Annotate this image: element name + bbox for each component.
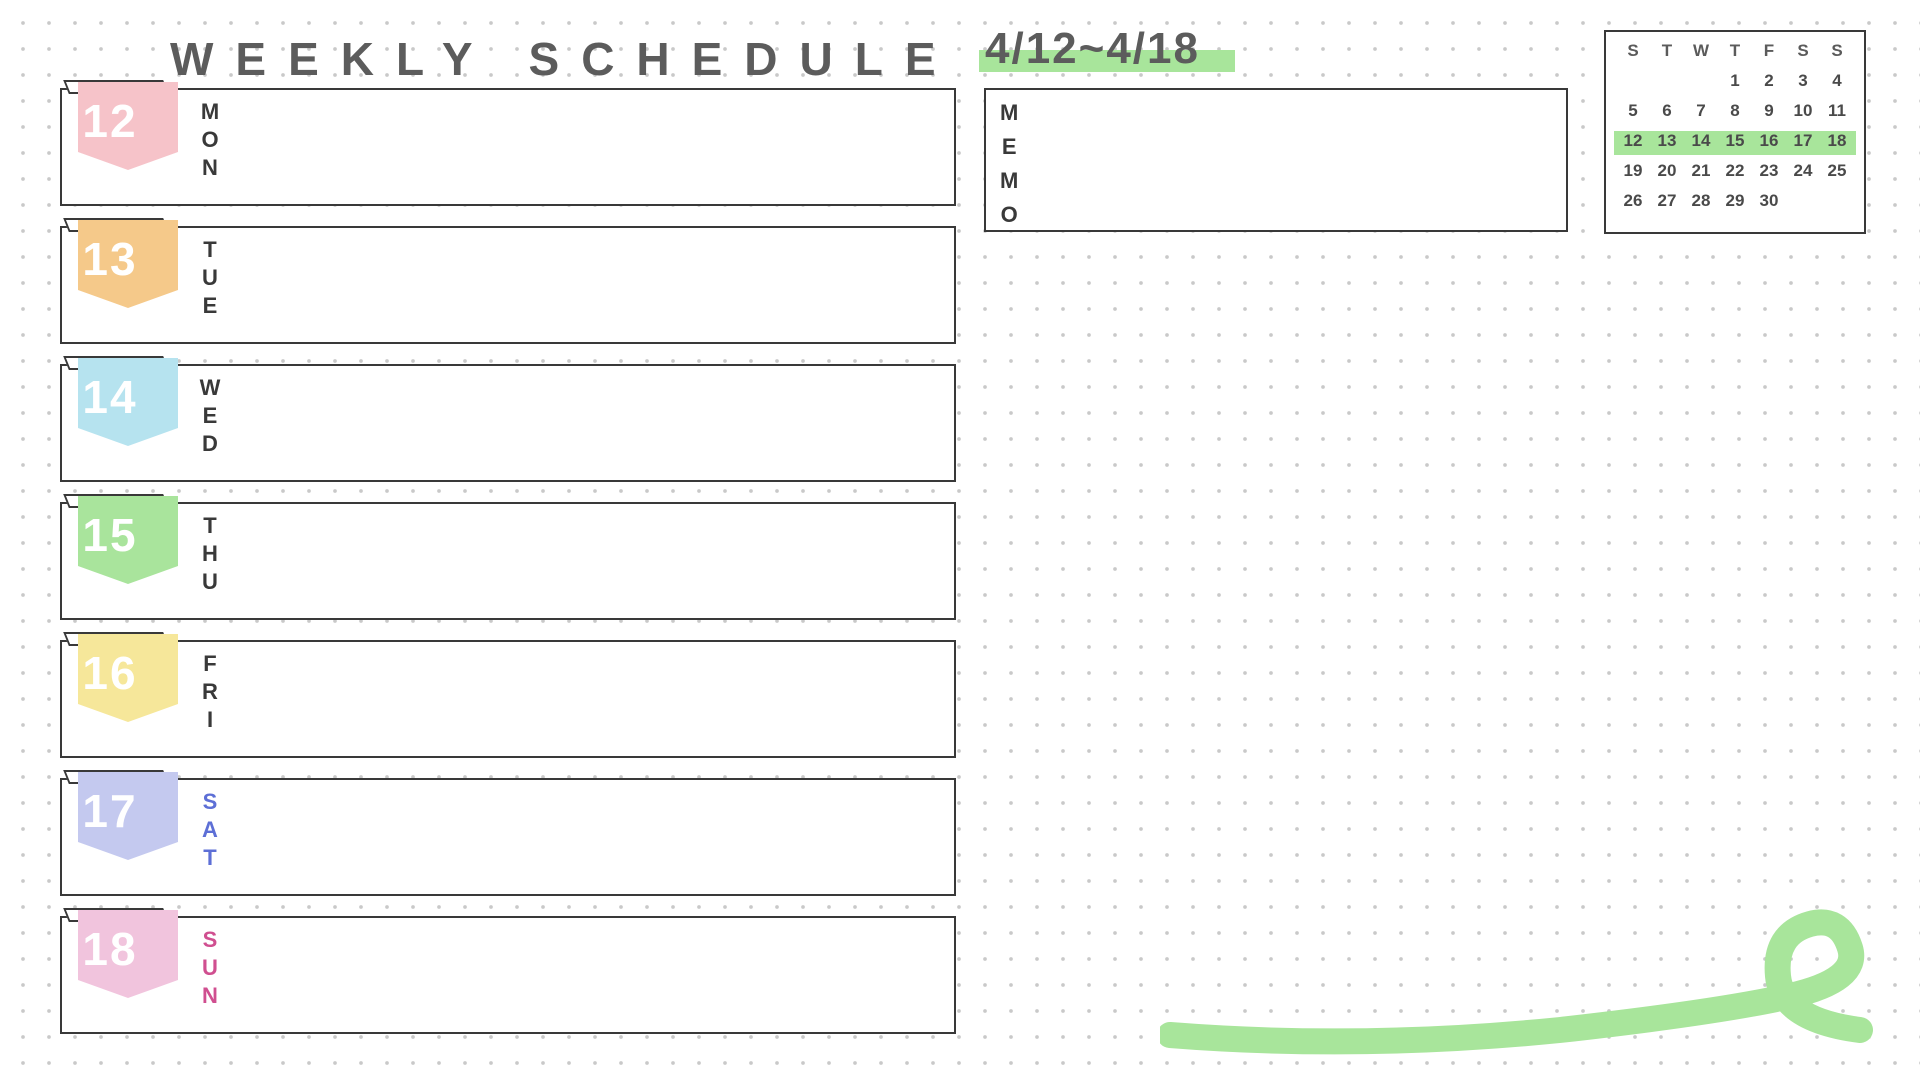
calendar-day-cell — [1786, 190, 1820, 212]
calendar-header-cell: S — [1820, 40, 1854, 62]
calendar-day-cell: 2 — [1752, 70, 1786, 92]
day-entry-box[interactable] — [60, 88, 956, 206]
calendar-day-cell: 20 — [1650, 160, 1684, 182]
calendar-day-cell: 26 — [1616, 190, 1650, 212]
memo-box[interactable]: MEMO — [984, 88, 1568, 232]
calendar-day-cell: 11 — [1820, 100, 1854, 122]
day-abbrev: TUE — [196, 236, 226, 320]
day-abbrev: THU — [196, 512, 226, 596]
calendar-day-cell: 16 — [1752, 130, 1786, 152]
date-range-container: 4/12~4/18 — [985, 24, 1200, 74]
calendar-day-cell — [1616, 70, 1650, 92]
day-entry-box[interactable] — [60, 778, 956, 896]
calendar-day-cell: 5 — [1616, 100, 1650, 122]
calendar-day-cell: 25 — [1820, 160, 1854, 182]
date-number: 17 — [60, 784, 160, 838]
day-abbrev: FRI — [196, 650, 226, 734]
calendar-day-cell: 15 — [1718, 130, 1752, 152]
calendar-grid: STWTFSS123456789101112131415161718192021… — [1616, 40, 1854, 212]
mini-calendar: STWTFSS123456789101112131415161718192021… — [1604, 30, 1866, 234]
calendar-header-cell: S — [1616, 40, 1650, 62]
calendar-day-cell: 4 — [1820, 70, 1854, 92]
calendar-day-cell: 29 — [1718, 190, 1752, 212]
page-title: WEEKLY SCHEDULE — [170, 32, 958, 86]
day-row: 12 MON — [60, 84, 956, 216]
day-abbrev: SUN — [196, 926, 226, 1010]
calendar-day-cell: 28 — [1684, 190, 1718, 212]
calendar-day-cell: 13 — [1650, 130, 1684, 152]
calendar-day-cell — [1650, 70, 1684, 92]
date-range: 4/12~4/18 — [985, 24, 1200, 74]
calendar-header-cell: T — [1650, 40, 1684, 62]
day-row: 13 TUE — [60, 222, 956, 354]
calendar-day-cell: 10 — [1786, 100, 1820, 122]
calendar-day-cell — [1684, 70, 1718, 92]
date-number: 12 — [60, 94, 160, 148]
calendar-day-cell: 9 — [1752, 100, 1786, 122]
day-entry-box[interactable] — [60, 364, 956, 482]
day-abbrev: SAT — [196, 788, 226, 872]
calendar-day-cell: 18 — [1820, 130, 1854, 152]
day-entry-box[interactable] — [60, 916, 956, 1034]
day-entry-box[interactable] — [60, 226, 956, 344]
memo-label: MEMO — [1000, 96, 1020, 232]
calendar-day-cell: 3 — [1786, 70, 1820, 92]
day-row: 16 FRI — [60, 636, 956, 768]
days-column: 12 MON 13 TUE 14 WED 15 THU 16 FRI 17 SAT 18 SUN — [60, 84, 956, 1050]
calendar-day-cell: 21 — [1684, 160, 1718, 182]
day-row: 14 WED — [60, 360, 956, 492]
calendar-header-cell: S — [1786, 40, 1820, 62]
calendar-day-cell: 6 — [1650, 100, 1684, 122]
calendar-day-cell: 7 — [1684, 100, 1718, 122]
calendar-day-cell: 1 — [1718, 70, 1752, 92]
day-abbrev: WED — [196, 374, 226, 458]
date-number: 18 — [60, 922, 160, 976]
calendar-day-cell: 14 — [1684, 130, 1718, 152]
date-number: 15 — [60, 508, 160, 562]
calendar-header-cell: F — [1752, 40, 1786, 62]
calendar-day-cell: 8 — [1718, 100, 1752, 122]
calendar-day-cell: 23 — [1752, 160, 1786, 182]
day-entry-box[interactable] — [60, 502, 956, 620]
day-row: 18 SUN — [60, 912, 956, 1044]
swoosh-decoration-icon — [1160, 900, 1900, 1070]
calendar-day-cell: 12 — [1616, 130, 1650, 152]
calendar-day-cell: 17 — [1786, 130, 1820, 152]
day-entry-box[interactable] — [60, 640, 956, 758]
calendar-day-cell: 22 — [1718, 160, 1752, 182]
calendar-day-cell: 24 — [1786, 160, 1820, 182]
day-row: 15 THU — [60, 498, 956, 630]
date-number: 14 — [60, 370, 160, 424]
date-number: 16 — [60, 646, 160, 700]
calendar-day-cell: 27 — [1650, 190, 1684, 212]
day-row: 17 SAT — [60, 774, 956, 906]
date-number: 13 — [60, 232, 160, 286]
calendar-day-cell: 30 — [1752, 190, 1786, 212]
calendar-header-cell: W — [1684, 40, 1718, 62]
calendar-day-cell — [1820, 190, 1854, 212]
calendar-header-cell: T — [1718, 40, 1752, 62]
calendar-day-cell: 19 — [1616, 160, 1650, 182]
day-abbrev: MON — [196, 98, 226, 182]
